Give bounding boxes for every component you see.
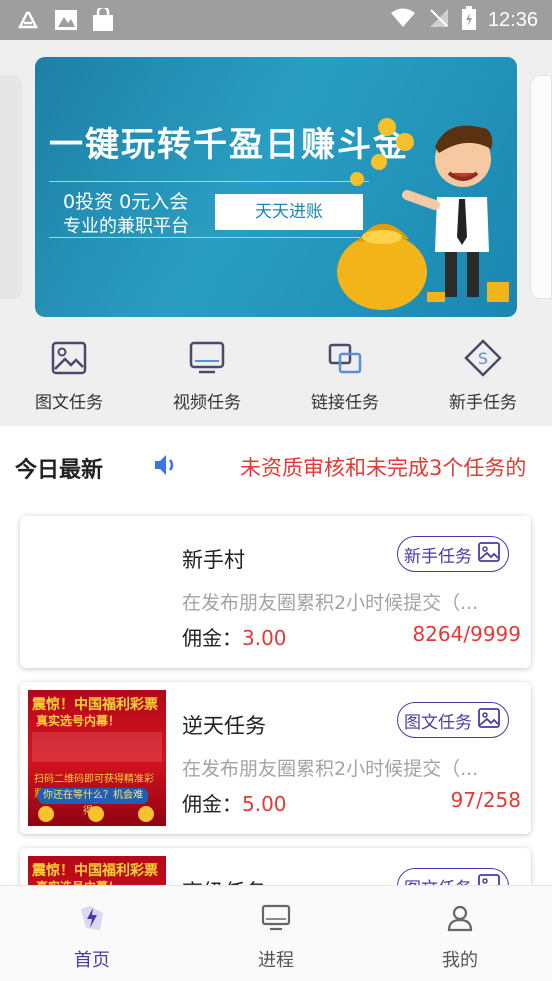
poster-subtitle: 真实选号内幕！ (36, 714, 121, 728)
lottery-poster-image: 震惊！中国福利彩票 真实选号内幕！ 扫码二维码即可获得精准彩票计划 你还在等什么… (28, 690, 166, 826)
category-newbie-task[interactable]: S 新手任务 (414, 330, 552, 424)
banner-carousel[interactable]: 一键玩转千盈日赚斗金 0投资 0元入会 专业的兼职平台 天天进账 (0, 40, 552, 330)
news-ticker: 今日最新 未资质审核和未完成3个任务的 (0, 426, 552, 504)
task-card[interactable]: 震惊！中国福利彩票 真实选号内幕！ 扫码二维码即可获得精准彩票计划 你还在等什么… (20, 682, 531, 834)
battery-icon (461, 6, 476, 34)
news-marquee-text[interactable]: 未资质审核和未完成3个任务的 (240, 452, 552, 482)
task-thumbnail: 震惊！中国福利彩票 真实选号内幕！ (28, 856, 166, 885)
clock: 12:36 (487, 8, 538, 31)
banner-divider (49, 237, 369, 238)
task-description: 在发布朋友圈累积2小时候提交（... (182, 592, 479, 614)
commission-value: 5.00 (242, 792, 287, 816)
speaker-icon (152, 452, 178, 482)
poster-text-block (32, 732, 162, 762)
category-label: 链接任务 (311, 393, 379, 413)
coin-icon (88, 806, 104, 822)
task-card[interactable]: 新手村 新手任务 在发布朋友圈累积2小时候提交（... 佣金：3.00 8264… (20, 516, 531, 668)
banner-subtitle-1: 0投资 0元入会 (63, 191, 189, 213)
monitor-icon (261, 904, 291, 936)
image-icon (49, 338, 89, 378)
image-icon (478, 541, 500, 567)
coin-icon (38, 806, 54, 822)
poster-banner: 你还在等什么？机会难得！ (38, 788, 148, 817)
wifi-icon (390, 8, 416, 32)
category-link-task[interactable]: 链接任务 (276, 330, 414, 424)
link-icon (325, 338, 365, 378)
poster-subtitle: 真实选号内幕！ (36, 878, 120, 885)
task-type-tag: 新手任务 (397, 536, 509, 572)
nav-label: 首页 (74, 950, 110, 971)
task-name: 新手村 (182, 548, 245, 572)
diamond-s-icon: S (463, 338, 503, 378)
banner-slide[interactable]: 一键玩转千盈日赚斗金 0投资 0元入会 专业的兼职平台 天天进账 (35, 57, 517, 317)
svg-text:S: S (478, 349, 488, 368)
commission-label: 佣金： (182, 626, 242, 650)
task-thumbnail (28, 524, 166, 660)
banner-divider (49, 181, 369, 182)
bag-notification-icon (92, 5, 114, 36)
news-heading: 今日最新 (15, 458, 104, 483)
task-type-label: 新手任务 (404, 546, 472, 567)
image-icon (478, 707, 500, 733)
task-type-tag: 图文任务 (397, 868, 509, 885)
category-label: 图文任务 (35, 393, 103, 413)
app-notification-icon (17, 11, 40, 33)
task-type-label: 图文任务 (404, 712, 472, 733)
task-list[interactable]: 新手村 新手任务 在发布朋友圈累积2小时候提交（... 佣金：3.00 8264… (0, 504, 552, 885)
task-card[interactable]: 震惊！中国福利彩票 真实选号内幕！ 高级任务 图文任务 (20, 848, 531, 885)
task-name: 高级任务 (182, 876, 266, 885)
banner-next-peek[interactable] (530, 75, 552, 299)
category-label: 新手任务 (449, 393, 517, 413)
status-bar: 12:36 (0, 0, 552, 40)
commission-value: 3.00 (242, 626, 287, 650)
nav-label: 我的 (442, 950, 478, 971)
lottery-poster-image: 震惊！中国福利彩票 真实选号内幕！ (28, 856, 166, 885)
nav-home[interactable]: 首页 (0, 886, 184, 981)
task-thumbnail: 震惊！中国福利彩票 真实选号内幕！ 扫码二维码即可获得精准彩票计划 你还在等什么… (28, 690, 166, 826)
commission-label: 佣金： (182, 792, 242, 816)
image-notification-icon (54, 9, 78, 35)
image-icon (478, 873, 500, 885)
category-image-task[interactable]: 图文任务 (0, 330, 138, 424)
category-video-task[interactable]: 视频任务 (138, 330, 276, 424)
category-label: 视频任务 (173, 393, 241, 413)
category-grid: 图文任务 视频任务 链接任务 S 新手任务 (0, 330, 552, 424)
nav-progress[interactable]: 进程 (184, 886, 368, 981)
businessman-illustration (337, 118, 509, 310)
banner-subtitle-2: 专业的兼职平台 (63, 216, 189, 237)
task-commission: 佣金：3.00 (182, 622, 287, 651)
task-progress-count: 97/258 (450, 788, 521, 812)
task-description: 在发布朋友圈累积2小时候提交（... (182, 758, 479, 780)
task-commission: 佣金：5.00 (182, 788, 287, 817)
task-type-label: 图文任务 (404, 874, 472, 886)
user-icon (446, 904, 474, 936)
bottom-navigation: 首页 进程 我的 (0, 885, 552, 981)
task-name: 逆天任务 (182, 714, 266, 738)
monitor-icon (187, 338, 227, 378)
poster-title: 震惊！中国福利彩票 (32, 863, 158, 879)
coin-icon (138, 806, 154, 822)
no-signal-icon (428, 7, 450, 33)
banner-prev-peek[interactable] (0, 75, 22, 299)
nav-label: 进程 (258, 950, 294, 971)
poster-title: 震惊！中国福利彩票 (32, 697, 158, 713)
task-progress-count: 8264/9999 (412, 622, 521, 646)
nav-profile[interactable]: 我的 (368, 886, 552, 981)
lightning-icon (78, 904, 106, 936)
task-type-tag: 图文任务 (397, 702, 509, 738)
